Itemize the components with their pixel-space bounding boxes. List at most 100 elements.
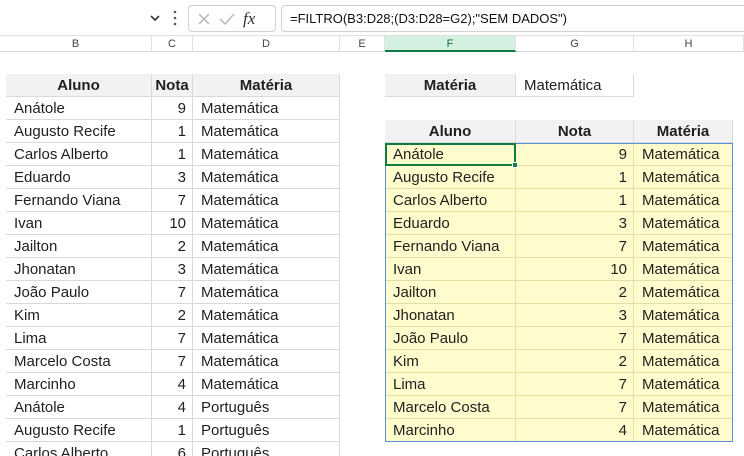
result-cell-aluno[interactable]: Carlos Alberto xyxy=(385,189,516,212)
formula-input[interactable]: =FILTRO(B3:D28;(D3:D28=G2);"SEM DADOS") xyxy=(281,5,744,32)
result-cell-materia[interactable]: Matemática xyxy=(634,350,733,373)
source-cell-aluno[interactable]: João Paulo xyxy=(6,281,152,304)
source-cell-aluno[interactable]: Augusto Recife xyxy=(6,120,152,143)
result-cell-nota[interactable]: 7 xyxy=(516,396,634,419)
source-cell-materia[interactable]: Matemática xyxy=(193,258,340,281)
source-header-materia[interactable]: Matéria xyxy=(193,74,340,97)
result-header-materia[interactable]: Matéria xyxy=(634,120,733,143)
source-cell-nota[interactable]: 9 xyxy=(152,97,193,120)
result-cell-aluno[interactable]: Jhonatan xyxy=(385,304,516,327)
source-cell-aluno[interactable]: Fernando Viana xyxy=(6,189,152,212)
result-cell-materia[interactable]: Matemática xyxy=(634,419,733,442)
source-cell-nota[interactable]: 10 xyxy=(152,212,193,235)
source-cell-materia[interactable]: Matemática xyxy=(193,143,340,166)
source-cell-materia[interactable]: Português xyxy=(193,442,340,456)
source-cell-nota[interactable]: 7 xyxy=(152,281,193,304)
source-cell-nota[interactable]: 6 xyxy=(152,442,193,456)
result-cell-nota[interactable]: 7 xyxy=(516,235,634,258)
source-header-nota[interactable]: Nota xyxy=(152,74,193,97)
result-cell-aluno[interactable]: Augusto Recife xyxy=(385,166,516,189)
source-cell-nota[interactable]: 4 xyxy=(152,396,193,419)
result-cell-materia[interactable]: Matemática xyxy=(634,327,733,350)
fill-handle[interactable] xyxy=(512,162,518,168)
result-cell-nota[interactable]: 7 xyxy=(516,373,634,396)
source-cell-materia[interactable]: Matemática xyxy=(193,350,340,373)
result-cell-nota[interactable]: 1 xyxy=(516,166,634,189)
result-cell-materia[interactable]: Matemática xyxy=(634,373,733,396)
cancel-icon[interactable] xyxy=(197,12,211,26)
column-header-b[interactable]: B xyxy=(0,36,152,52)
result-cell-nota[interactable]: 1 xyxy=(516,189,634,212)
source-cell-aluno[interactable]: Anátole xyxy=(6,97,152,120)
result-cell-nota[interactable]: 2 xyxy=(516,350,634,373)
result-cell-materia[interactable]: Matemática xyxy=(634,304,733,327)
source-cell-aluno[interactable]: Marcelo Costa xyxy=(6,350,152,373)
result-cell-materia[interactable]: Matemática xyxy=(634,189,733,212)
result-cell-materia[interactable]: Matemática xyxy=(634,258,733,281)
criteria-value[interactable]: Matemática xyxy=(516,74,634,97)
column-header-f[interactable]: F xyxy=(385,36,516,52)
result-cell-materia[interactable]: Matemática xyxy=(634,281,733,304)
result-cell-nota[interactable]: 9 xyxy=(516,143,634,166)
source-cell-aluno[interactable]: Anátole xyxy=(6,396,152,419)
result-cell-aluno[interactable]: Fernando Viana xyxy=(385,235,516,258)
result-cell-aluno[interactable]: Jailton xyxy=(385,281,516,304)
source-cell-materia[interactable]: Português xyxy=(193,396,340,419)
result-cell-aluno[interactable]: Eduardo xyxy=(385,212,516,235)
source-cell-nota[interactable]: 1 xyxy=(152,120,193,143)
source-cell-aluno[interactable]: Carlos Alberto xyxy=(6,143,152,166)
source-cell-materia[interactable]: Matemática xyxy=(193,304,340,327)
source-cell-aluno[interactable]: Jailton xyxy=(6,235,152,258)
column-header-c[interactable]: C xyxy=(152,36,193,52)
chevron-down-icon[interactable] xyxy=(148,11,162,25)
source-cell-nota[interactable]: 3 xyxy=(152,258,193,281)
result-cell-nota[interactable]: 3 xyxy=(516,212,634,235)
column-header-e[interactable]: E xyxy=(340,36,385,52)
result-cell-aluno[interactable]: Anátole xyxy=(385,143,516,166)
source-cell-materia[interactable]: Matemática xyxy=(193,281,340,304)
result-cell-nota[interactable]: 7 xyxy=(516,327,634,350)
source-cell-materia[interactable]: Matemática xyxy=(193,120,340,143)
source-cell-nota[interactable]: 1 xyxy=(152,419,193,442)
source-cell-materia[interactable]: Matemática xyxy=(193,212,340,235)
result-cell-materia[interactable]: Matemática xyxy=(634,166,733,189)
source-cell-materia[interactable]: Matemática xyxy=(193,373,340,396)
source-cell-nota[interactable]: 7 xyxy=(152,189,193,212)
result-cell-aluno[interactable]: Kim xyxy=(385,350,516,373)
result-cell-materia[interactable]: Matemática xyxy=(634,396,733,419)
source-cell-aluno[interactable]: Ivan xyxy=(6,212,152,235)
source-cell-nota[interactable]: 2 xyxy=(152,235,193,258)
result-cell-nota[interactable]: 4 xyxy=(516,419,634,442)
result-cell-aluno[interactable]: Lima xyxy=(385,373,516,396)
result-cell-aluno[interactable]: Ivan xyxy=(385,258,516,281)
source-cell-nota[interactable]: 1 xyxy=(152,143,193,166)
result-cell-nota[interactable]: 2 xyxy=(516,281,634,304)
insert-function-button[interactable]: fx xyxy=(243,9,255,29)
result-cell-nota[interactable]: 10 xyxy=(516,258,634,281)
criteria-label[interactable]: Matéria xyxy=(385,74,516,97)
result-cell-aluno[interactable]: João Paulo xyxy=(385,327,516,350)
source-header-aluno[interactable]: Aluno xyxy=(6,74,152,97)
result-cell-aluno[interactable]: Marcinho xyxy=(385,419,516,442)
source-cell-materia[interactable]: Matemática xyxy=(193,97,340,120)
enter-check-icon[interactable] xyxy=(219,12,235,26)
source-cell-materia[interactable]: Português xyxy=(193,419,340,442)
source-cell-aluno[interactable]: Lima xyxy=(6,327,152,350)
source-cell-nota[interactable]: 7 xyxy=(152,350,193,373)
source-cell-nota[interactable]: 3 xyxy=(152,166,193,189)
source-cell-nota[interactable]: 2 xyxy=(152,304,193,327)
source-cell-aluno[interactable]: Augusto Recife xyxy=(6,419,152,442)
source-cell-aluno[interactable]: Kim xyxy=(6,304,152,327)
source-cell-materia[interactable]: Matemática xyxy=(193,189,340,212)
column-header-h[interactable]: H xyxy=(634,36,744,52)
source-cell-aluno[interactable]: Jhonatan xyxy=(6,258,152,281)
source-cell-materia[interactable]: Matemática xyxy=(193,235,340,258)
result-cell-nota[interactable]: 3 xyxy=(516,304,634,327)
name-box[interactable] xyxy=(0,6,166,30)
result-cell-materia[interactable]: Matemática xyxy=(634,235,733,258)
more-options-icon[interactable] xyxy=(173,9,177,27)
source-cell-materia[interactable]: Matemática xyxy=(193,166,340,189)
result-cell-materia[interactable]: Matemática xyxy=(634,143,733,166)
source-cell-aluno[interactable]: Eduardo xyxy=(6,166,152,189)
result-cell-materia[interactable]: Matemática xyxy=(634,212,733,235)
